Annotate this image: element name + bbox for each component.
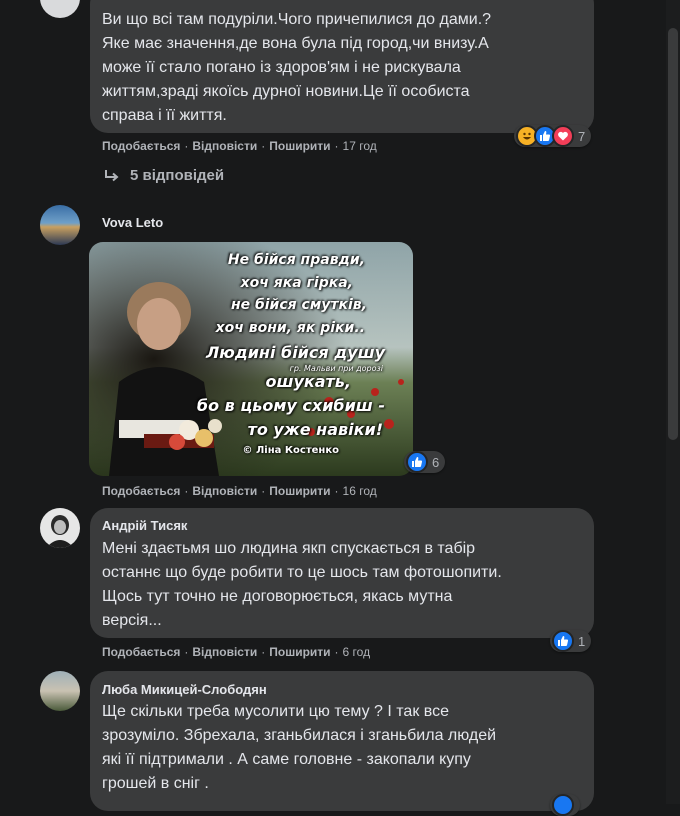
avatar-portrait (46, 515, 74, 548)
avatar[interactable] (40, 0, 80, 18)
image-quote: Не бійся правди, хоч яка гірка, не бійся… (89, 242, 409, 476)
comment-line: життям,зраді якоїсь дурної новини.Це її … (102, 83, 470, 100)
comment-line: може її стало погано із здоров'ям і не р… (102, 59, 461, 76)
quote-line: бо в цьому схибиш - (196, 396, 385, 415)
timestamp[interactable]: 16 год (343, 484, 377, 498)
view-replies-link[interactable]: 5 відповідей (104, 167, 224, 184)
comment-image[interactable]: Не бійся правди, хоч яка гірка, не бійся… (89, 242, 413, 476)
comment-text: Ви що всі там подуріли.Чого причепилися … (102, 8, 582, 128)
comment-line: справа і її життя. (102, 107, 227, 124)
comment-line: Ви що всі там подуріли.Чого причепилися … (102, 11, 492, 28)
separator: · (334, 484, 339, 498)
comment-author[interactable]: Vova Leto (102, 215, 163, 230)
timestamp[interactable]: 17 год (343, 139, 377, 153)
comment-line: версія... (102, 612, 162, 629)
comment-line: Мені здаєтьмя шо людина якп спускається … (102, 540, 476, 557)
love-reaction-icon (552, 125, 574, 147)
scrollbar-thumb[interactable] (668, 28, 678, 440)
quote-line: © Ліна Костенко (242, 445, 339, 456)
separator: · (184, 645, 189, 659)
like-reaction-icon (552, 794, 574, 816)
comment-line: Яке має значення,де вона була під город,… (102, 35, 489, 52)
reactions-summary[interactable] (550, 794, 580, 816)
share-button[interactable]: Поширити (269, 484, 330, 498)
reply-arrow-icon (105, 169, 119, 181)
comment-author[interactable]: Люба Микицей-Слободян (102, 682, 267, 697)
comment-line: зрозуміло. Збрехала, зганьбилася і згань… (102, 727, 497, 744)
like-reaction-icon (406, 451, 428, 473)
quote-line: Людині бійся душу (205, 343, 385, 362)
comment-line: останнє що буде робити то це шось там фо… (102, 564, 502, 581)
comment-line: грошей в сніг . (102, 775, 209, 792)
separator: · (334, 139, 339, 153)
share-button[interactable]: Поширити (269, 139, 330, 153)
comment-text: Ще скільки треба мусолити цю тему ? І та… (102, 700, 582, 796)
like-button[interactable]: Подобається (102, 139, 180, 153)
avatar[interactable] (40, 508, 80, 548)
reactions-summary[interactable]: 1 (550, 630, 592, 652)
share-button[interactable]: Поширити (269, 645, 330, 659)
reactions-summary[interactable]: 7 (514, 125, 592, 147)
like-button[interactable]: Подобається (102, 484, 180, 498)
quote-line: хоч яка гірка, (240, 275, 353, 291)
reply-button[interactable]: Відповісти (192, 645, 257, 659)
quote-line: не бійся смутків, (230, 297, 367, 313)
comment-line: Щось тут точно не договорюється, якась м… (102, 588, 453, 605)
timestamp[interactable]: 6 год (343, 645, 371, 659)
reaction-count: 7 (578, 128, 586, 144)
comment-actions: Подобається · Відповісти · Поширити · 6 … (102, 645, 370, 659)
separator: · (261, 484, 266, 498)
separator: · (261, 645, 266, 659)
like-button[interactable]: Подобається (102, 645, 180, 659)
reaction-count: 6 (432, 454, 440, 470)
quote-line: ошукать, (265, 372, 351, 391)
quote-line: хоч вони, як ріки.. (215, 320, 365, 336)
comment-actions: Подобається · Відповісти · Поширити · 17… (102, 139, 377, 153)
avatar[interactable] (40, 671, 80, 711)
separator: · (184, 139, 189, 153)
comment-actions: Подобається · Відповісти · Поширити · 16… (102, 484, 377, 498)
separator: · (184, 484, 189, 498)
comment-line: які її підтримали . А саме головне - зак… (102, 751, 471, 768)
reply-button[interactable]: Відповісти (192, 484, 257, 498)
comment-text: Мені здаєтьмя шо людина якп спускається … (102, 537, 582, 633)
comment-line: Ще скільки треба мусолити цю тему ? І та… (102, 703, 449, 720)
comment-author[interactable]: Андрій Тисяк (102, 518, 187, 533)
quote-line: Не бійся правди, (227, 252, 365, 268)
replies-count-label: 5 відповідей (130, 167, 225, 184)
quote-line: то уже навіки! (247, 420, 383, 439)
like-reaction-icon (552, 630, 574, 652)
reply-button[interactable]: Відповісти (192, 139, 257, 153)
reaction-count: 1 (578, 633, 586, 649)
reactions-summary[interactable]: 6 (404, 451, 446, 473)
separator: · (334, 645, 339, 659)
avatar[interactable] (40, 205, 80, 245)
separator: · (261, 139, 266, 153)
